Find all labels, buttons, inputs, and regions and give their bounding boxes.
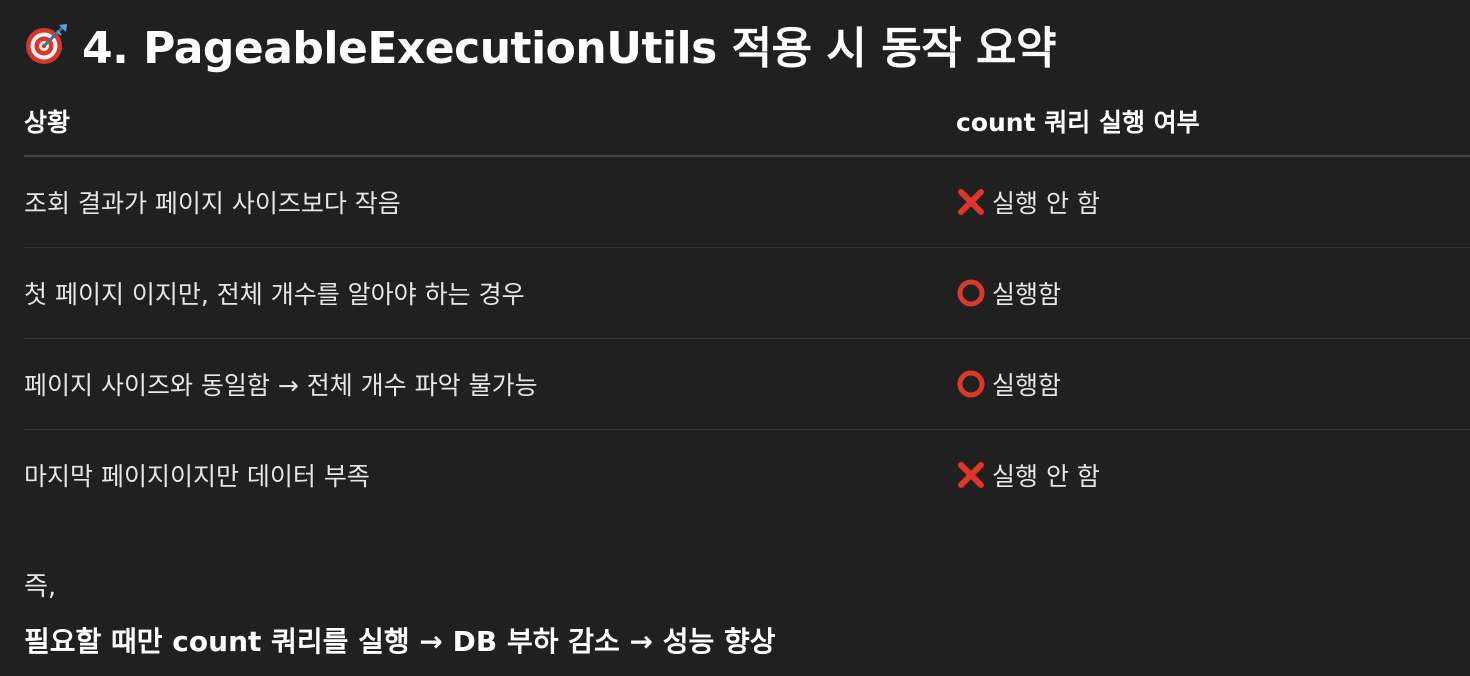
- column-header-situation: 상황: [24, 107, 71, 137]
- situation-cell: 조회 결과가 페이지 사이즈보다 작음: [24, 189, 401, 218]
- result-text: 실행함: [992, 371, 1062, 400]
- summary-text: 필요할 때만 count 쿼리를 실행 → DB 부하 감소 → 성능 향상: [24, 625, 776, 658]
- result-text: 실행함: [992, 280, 1062, 309]
- situation-cell: 첫 페이지 이지만, 전체 개수를 알아야 하는 경우: [24, 280, 525, 309]
- note-text: 즉,: [24, 572, 57, 602]
- result-cell: 실행 안 함: [956, 457, 1100, 493]
- table-row: 페이지 사이즈와 동일함 → 전체 개수 파악 불가능 실행함: [24, 339, 1470, 430]
- result-text: 실행 안 함: [992, 462, 1100, 491]
- circle-icon: [956, 369, 986, 399]
- circle-icon: [956, 278, 986, 308]
- page-title: 4. PageableExecutionUtils 적용 시 동작 요약: [24, 14, 1056, 74]
- situation-cell: 마지막 페이지이지만 데이터 부족: [24, 462, 370, 491]
- cross-mark-icon: [956, 187, 986, 217]
- table-row: 조회 결과가 페이지 사이즈보다 작음 실행 안 함: [24, 157, 1470, 248]
- table-row: 첫 페이지 이지만, 전체 개수를 알아야 하는 경우 실행함: [24, 248, 1470, 339]
- result-text: 실행 안 함: [992, 189, 1100, 218]
- dart-target-icon: [24, 21, 70, 67]
- result-cell: 실행함: [956, 366, 1061, 402]
- column-header-count-query: count 쿼리 실행 여부: [956, 107, 1200, 137]
- situation-cell: 페이지 사이즈와 동일함 → 전체 개수 파악 불가능: [24, 371, 538, 400]
- table-header-row: 상황 count 쿼리 실행 여부: [24, 86, 1470, 157]
- page-title-text: 4. PageableExecutionUtils 적용 시 동작 요약: [82, 23, 1056, 74]
- page: 4. PageableExecutionUtils 적용 시 동작 요약 상황 …: [0, 0, 1470, 676]
- cross-mark-icon: [956, 460, 986, 490]
- result-cell: 실행 안 함: [956, 184, 1100, 220]
- summary-table: 상황 count 쿼리 실행 여부 조회 결과가 페이지 사이즈보다 작음 실행…: [24, 86, 1470, 520]
- result-cell: 실행함: [956, 275, 1061, 311]
- table-row: 마지막 페이지이지만 데이터 부족 실행 안 함: [24, 430, 1470, 520]
